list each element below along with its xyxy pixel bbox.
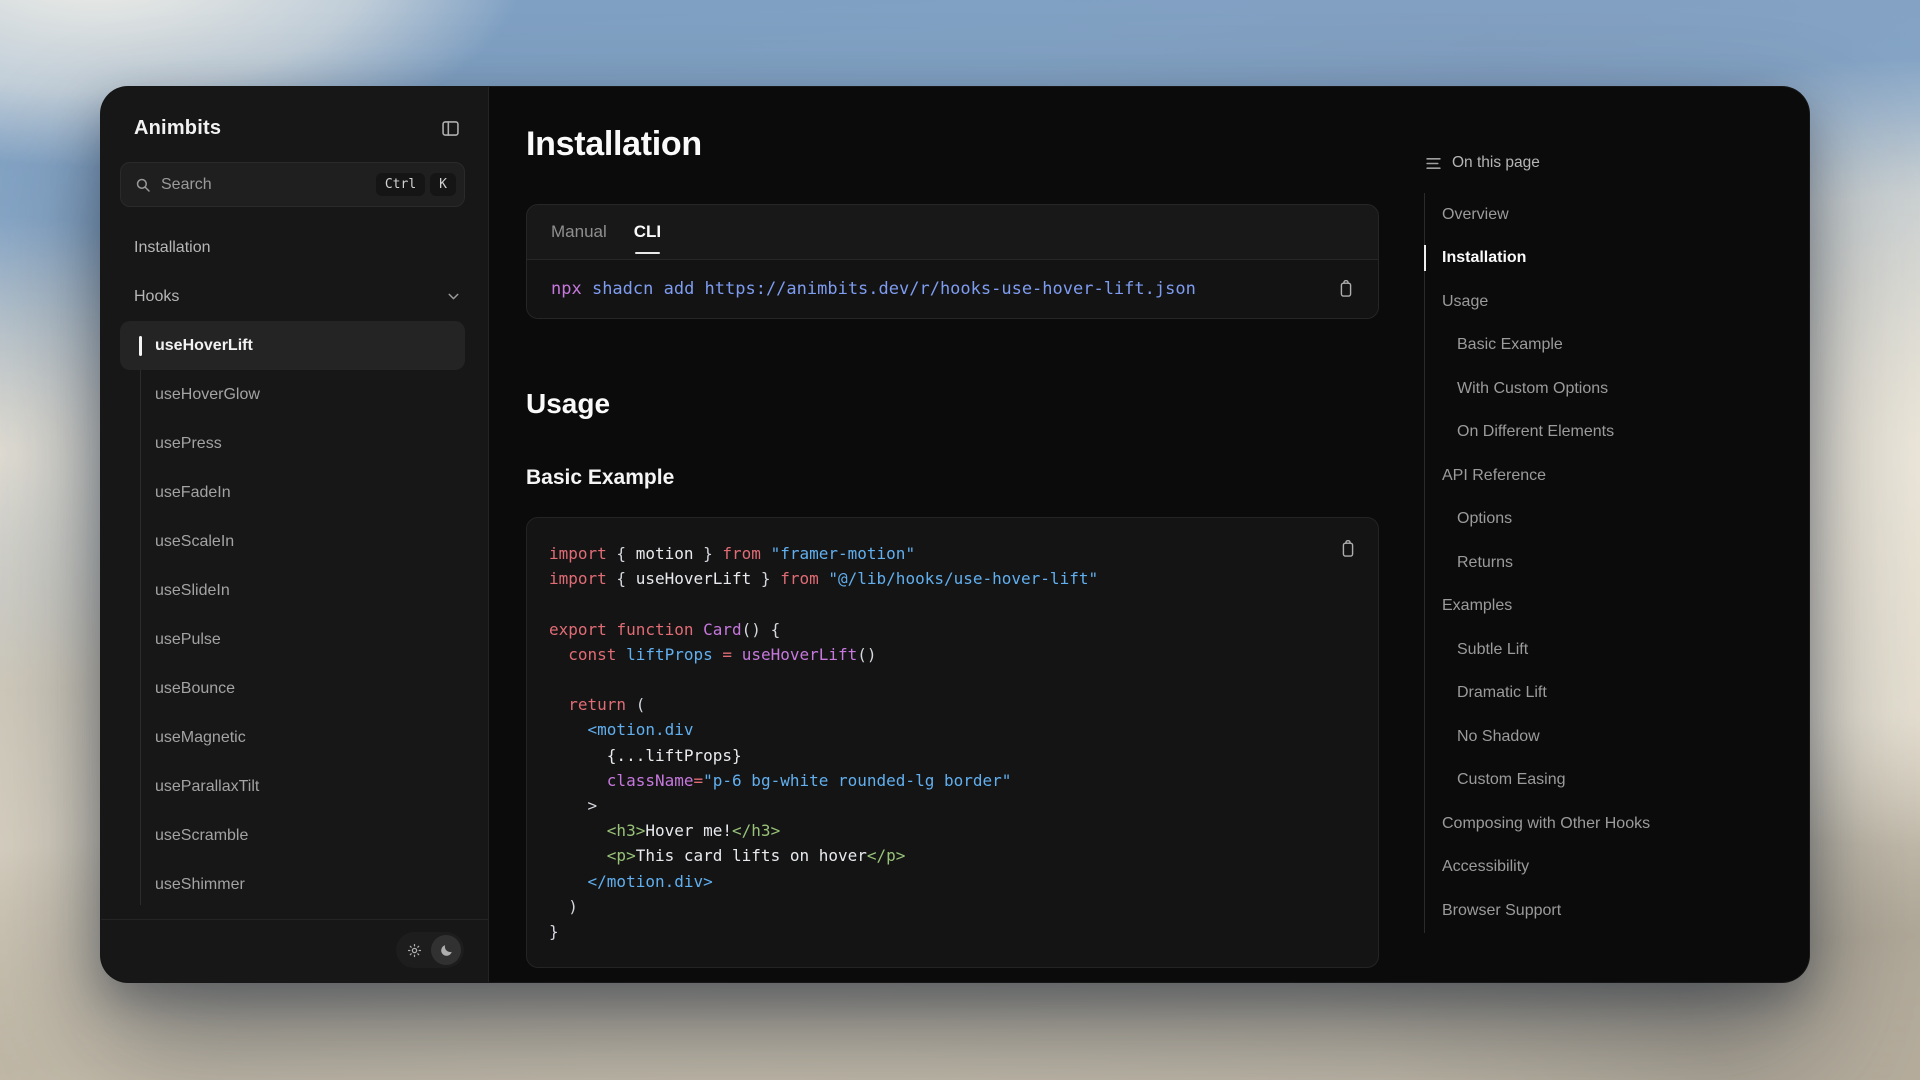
- toc-item-installation[interactable]: Installation: [1425, 237, 1789, 281]
- sun-icon: [407, 943, 422, 958]
- toc-item-accessibility[interactable]: Accessibility: [1425, 846, 1789, 890]
- code-line: <h3>Hover me!</h3>: [549, 818, 1356, 843]
- toc-item-on-different-elements[interactable]: On Different Elements: [1425, 411, 1789, 455]
- page-title: Installation: [526, 125, 1415, 163]
- sidebar-item-useHoverGlow[interactable]: useHoverGlow: [101, 370, 488, 419]
- toc-item-basic-example[interactable]: Basic Example: [1425, 324, 1789, 368]
- sidebar-item-useMagnetic[interactable]: useMagnetic: [101, 713, 488, 762]
- toc-item-subtle-lift[interactable]: Subtle Lift: [1425, 628, 1789, 672]
- light-mode-button[interactable]: [399, 935, 429, 965]
- sidebar-item-useScramble[interactable]: useScramble: [101, 811, 488, 860]
- app-title: Animbits: [134, 117, 221, 140]
- sidebar-nav: Installation Hooks useHoverLiftuseHoverG…: [101, 223, 488, 919]
- code-line: return (: [549, 692, 1356, 717]
- sidebar-group-label: Hooks: [134, 288, 179, 306]
- sidebar-item-useHoverLift[interactable]: useHoverLift: [120, 321, 465, 370]
- toc-list: OverviewInstallationUsageBasic ExampleWi…: [1424, 193, 1789, 933]
- code-block: import { motion } from "framer-motion"im…: [549, 541, 1356, 944]
- dark-mode-button[interactable]: [431, 935, 461, 965]
- kbd-k: K: [430, 173, 456, 196]
- cli-command: npx shadcn add https://animbits.dev/r/ho…: [551, 279, 1196, 299]
- sidebar-item-useScaleIn[interactable]: useScaleIn: [101, 517, 488, 566]
- toc-item-dramatic-lift[interactable]: Dramatic Lift: [1425, 672, 1789, 716]
- tab-cli[interactable]: CLI: [634, 205, 661, 259]
- app-window: Animbits CtrlK Installation Hooks useHov: [100, 86, 1810, 983]
- toc-heading: On this page: [1452, 154, 1540, 172]
- code-line: export function Card() {: [549, 617, 1356, 642]
- code-line: className="p-6 bg-white rounded-lg borde…: [549, 768, 1356, 793]
- toc-item-overview[interactable]: Overview: [1425, 193, 1789, 237]
- code-line: >: [549, 793, 1356, 818]
- panel-left-icon[interactable]: [440, 118, 461, 139]
- code-line: import { motion } from "framer-motion": [549, 541, 1356, 566]
- sidebar-item-useSlideIn[interactable]: useSlideIn: [101, 566, 488, 615]
- sidebar-group-hooks[interactable]: Hooks: [101, 272, 488, 321]
- search-box[interactable]: CtrlK: [120, 162, 465, 207]
- basic-example-heading: Basic Example: [526, 465, 1415, 491]
- sidebar-footer: [101, 919, 488, 982]
- toc-item-api-reference[interactable]: API Reference: [1425, 454, 1789, 498]
- theme-toggle: [396, 932, 464, 968]
- copy-button[interactable]: [1334, 276, 1358, 302]
- code-line: ): [549, 894, 1356, 919]
- code-line: import { useHoverLift } from "@/lib/hook…: [549, 566, 1356, 591]
- cli-row: npx shadcn add https://animbits.dev/r/ho…: [527, 260, 1378, 318]
- toc-item-returns[interactable]: Returns: [1425, 541, 1789, 585]
- clipboard-icon: [1338, 538, 1358, 560]
- kbd-ctrl: Ctrl: [376, 173, 425, 196]
- sidebar-item-useShimmer[interactable]: useShimmer: [101, 860, 488, 909]
- clipboard-icon: [1336, 278, 1356, 300]
- toc-item-no-shadow[interactable]: No Shadow: [1425, 715, 1789, 759]
- install-tabs: Manual CLI: [527, 205, 1378, 260]
- sidebar-item-usePulse[interactable]: usePulse: [101, 615, 488, 664]
- code-line: <motion.div: [549, 717, 1356, 742]
- code-line: }: [549, 919, 1356, 944]
- sidebar-item-useFadeIn[interactable]: useFadeIn: [101, 468, 488, 517]
- sidebar-header: Animbits: [101, 87, 488, 162]
- sidebar-item-useBounce[interactable]: useBounce: [101, 664, 488, 713]
- toc-item-browser-support[interactable]: Browser Support: [1425, 889, 1789, 933]
- toc-item-usage[interactable]: Usage: [1425, 280, 1789, 324]
- tab-manual[interactable]: Manual: [551, 205, 607, 259]
- toc-item-composing-with-other-hooks[interactable]: Composing with Other Hooks: [1425, 802, 1789, 846]
- install-card: Manual CLI npx shadcn add https://animbit…: [526, 204, 1379, 319]
- sidebar-item-usePress[interactable]: usePress: [101, 419, 488, 468]
- chevron-down-icon: [445, 288, 462, 305]
- toc-item-options[interactable]: Options: [1425, 498, 1789, 542]
- moon-icon: [439, 943, 454, 958]
- sidebar-item-installation[interactable]: Installation: [101, 223, 488, 272]
- code-line: </motion.div>: [549, 869, 1356, 894]
- search-icon: [134, 176, 152, 194]
- sidebar-item-useParallaxTilt[interactable]: useParallaxTilt: [101, 762, 488, 811]
- code-line: [549, 591, 1356, 616]
- code-line: <p>This card lifts on hover</p>: [549, 843, 1356, 868]
- toc-item-custom-easing[interactable]: Custom Easing: [1425, 759, 1789, 803]
- main-content: Installation Manual CLI npx shadcn add ht…: [489, 87, 1415, 982]
- toc-header: On this page: [1424, 154, 1789, 172]
- sidebar-item-label: Installation: [134, 239, 211, 257]
- example-code-card: import { motion } from "framer-motion"im…: [526, 517, 1379, 968]
- sidebar: Animbits CtrlK Installation Hooks useHov: [101, 87, 489, 982]
- code-line: {...liftProps}: [549, 743, 1356, 768]
- toc-item-with-custom-options[interactable]: With Custom Options: [1425, 367, 1789, 411]
- toc-panel: On this page OverviewInstallationUsageBa…: [1415, 87, 1809, 982]
- clouds-background: { "colors": { "keyword": "#e06c75", "ent…: [0, 0, 1920, 1080]
- code-line: const liftProps = useHoverLift(): [549, 642, 1356, 667]
- hooks-list: useHoverLiftuseHoverGlowusePressuseFadeI…: [101, 321, 488, 909]
- code-line: [549, 667, 1356, 692]
- search-kbd-group: CtrlK: [371, 173, 456, 196]
- toc-item-examples[interactable]: Examples: [1425, 585, 1789, 629]
- list-icon: [1425, 155, 1442, 172]
- usage-heading: Usage: [526, 389, 1415, 419]
- search-input[interactable]: [161, 176, 362, 194]
- copy-button[interactable]: [1336, 536, 1360, 562]
